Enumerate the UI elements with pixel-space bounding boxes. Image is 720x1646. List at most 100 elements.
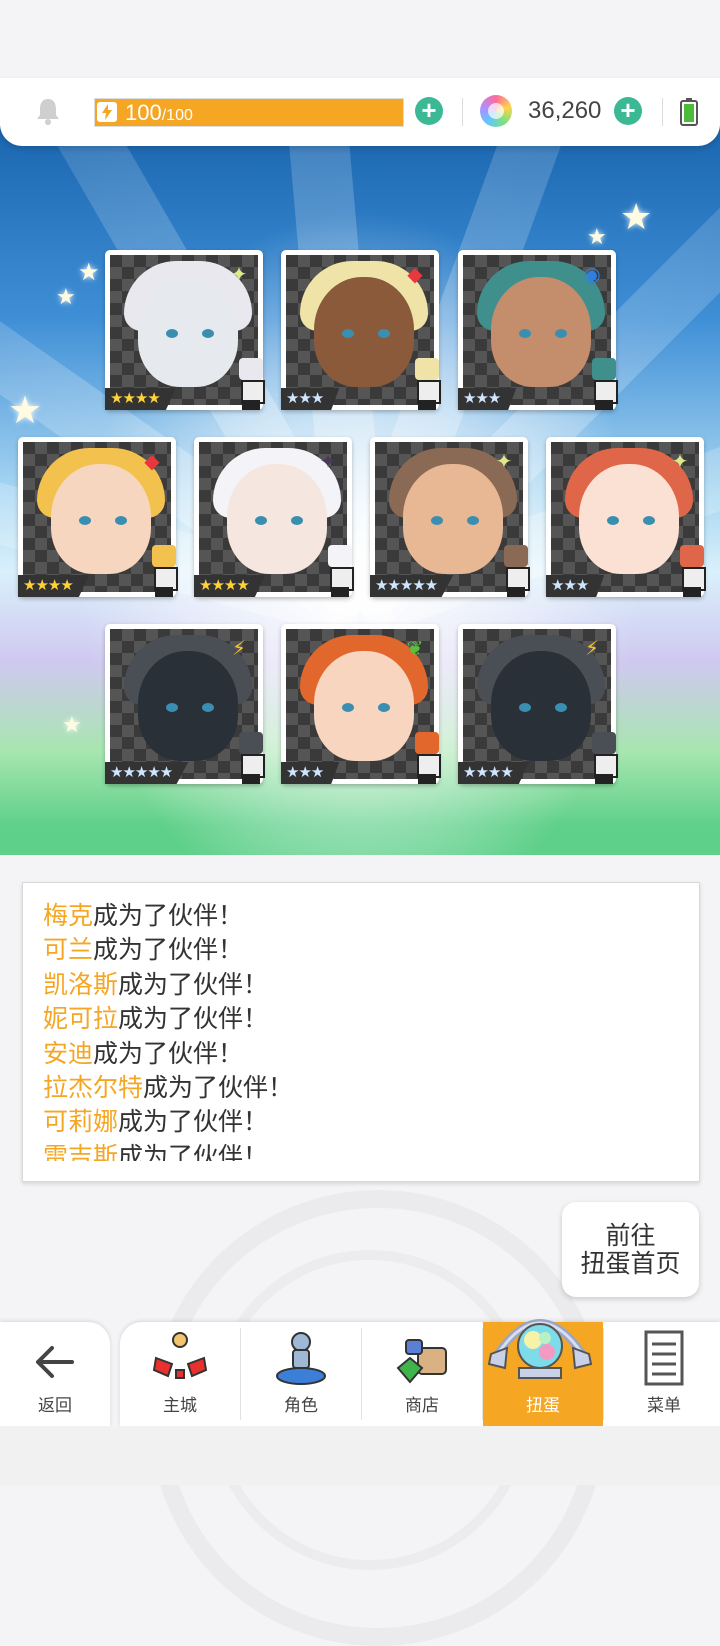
character-card[interactable]: ◆ ★★★ — [281, 250, 441, 410]
sprite-legs — [242, 400, 260, 410]
sprite-legs — [595, 400, 613, 410]
character-card[interactable]: ⚡ ★★★★★ — [105, 624, 265, 784]
portrait-eye — [166, 703, 178, 712]
gacha-icon — [487, 1319, 593, 1379]
star-rating: ★★★★★ — [370, 575, 454, 597]
gem-icon — [480, 95, 512, 127]
sprite-legs — [418, 400, 436, 410]
tab-character[interactable]: 角色 — [241, 1322, 361, 1426]
character-sprite — [496, 545, 536, 597]
character-name: 梅克 — [43, 902, 94, 930]
tab-town[interactable]: 主城 — [120, 1322, 240, 1426]
sprite-legs — [242, 774, 260, 784]
log-line: 凯洛斯成为了伙伴！ — [43, 968, 683, 1002]
top-status-bar: 100/100 + 36,260 + — [0, 78, 720, 146]
sprite-head — [152, 545, 176, 567]
add-energy-icon[interactable]: + — [415, 97, 443, 125]
log-line: 雷吉斯成为了伙伴！ — [43, 1140, 683, 1161]
portrait-eye — [607, 516, 619, 525]
footer-strip — [0, 1426, 720, 1485]
character-name: 可兰 — [43, 936, 94, 965]
tab-menu-label: 菜单 — [647, 1396, 681, 1415]
character-name: 雷吉斯 — [43, 1142, 119, 1161]
portrait-eye — [166, 329, 178, 338]
sprite-legs — [595, 774, 613, 784]
portrait-face — [138, 277, 238, 387]
star-rating: ★★★★ — [458, 762, 529, 784]
bell-icon[interactable] — [34, 96, 62, 126]
portrait-face — [314, 277, 414, 387]
sprite-head — [504, 545, 528, 567]
portrait-face — [138, 651, 238, 761]
sprite-legs — [507, 587, 525, 597]
portrait-eye — [467, 516, 479, 525]
portrait-eye — [79, 516, 91, 525]
add-gem-icon[interactable]: + — [614, 97, 642, 125]
portrait-eye — [519, 329, 531, 338]
character-card[interactable]: ✦ ★★★★★ — [370, 437, 530, 597]
back-button[interactable]: 返回 — [0, 1322, 110, 1426]
character-card[interactable]: ✦ ★★★★ — [105, 250, 265, 410]
sparkle-element-icon: ✦ — [671, 450, 689, 473]
result-log-panel[interactable]: 梅克成为了伙伴！ 可兰成为了伙伴！ 凯洛斯成为了伙伴！ 妮可拉成为了伙伴！ 安迪成为了伙… — [22, 882, 700, 1182]
character-card[interactable]: ❦ ★★★ — [281, 624, 441, 784]
character-card[interactable]: ◆ ★★★★ — [18, 437, 178, 597]
portrait-face — [51, 464, 151, 574]
bottom-navigation: 返回 主城 角色 商店 扭蛋 菜单 — [0, 1322, 720, 1427]
character-sprite — [231, 358, 271, 410]
character-sprite — [407, 732, 447, 784]
log-line: 可莉娜成为了伙伴！ — [43, 1105, 683, 1139]
character-card[interactable]: ✦ ★★★ — [546, 437, 706, 597]
thunder-element-icon: ⚡ — [584, 637, 600, 660]
tab-gacha-label: 扭蛋 — [526, 1396, 560, 1415]
sparkle-star-icon: ★ — [78, 259, 100, 286]
back-label: 返回 — [38, 1396, 72, 1415]
energy-current: 100 — [125, 100, 162, 125]
goto-gacha-home-button[interactable]: 前往 扭蛋首页 — [562, 1202, 699, 1297]
character-name: 安迪 — [43, 1039, 94, 1068]
tab-shop[interactable]: 商店 — [362, 1322, 482, 1426]
bolt-icon — [97, 102, 117, 122]
star-rating: ★★★★ — [18, 575, 89, 597]
result-log-list: 梅克成为了伙伴！ 可兰成为了伙伴！ 凯洛斯成为了伙伴！ 妮可拉成为了伙伴！ 安迪成为了伙… — [43, 899, 683, 1161]
character-name: 凯洛斯 — [43, 970, 119, 999]
portrait-eye — [643, 516, 655, 525]
town-icon — [152, 1332, 208, 1379]
dark-element-icon: ✦ — [319, 450, 337, 473]
portrait-eye — [342, 329, 354, 338]
sparkle-element-icon: ✦ — [230, 263, 248, 286]
divider — [462, 98, 463, 126]
character-card[interactable]: ✦ ★★★★ — [194, 437, 354, 597]
menu-icon — [644, 1330, 684, 1386]
sparkle-star-icon: ★ — [62, 712, 82, 737]
portrait-eye — [555, 329, 567, 338]
tab-menu[interactable]: 菜单 — [604, 1322, 720, 1426]
sparkle-star-icon: ★ — [8, 390, 43, 432]
gacha-result-banner: ★ ★ ★ ★ ★ ★ ✦ ★★★★ ◆ ★★★ ◉ ★★★ ◆ ★★★★ ✦ ★★★★ ✦ ★★★★… — [0, 110, 720, 855]
character-sprite — [320, 545, 360, 597]
log-suffix: 成为了伙伴！ — [93, 1039, 244, 1068]
character-card[interactable]: ⚡ ★★★★ — [458, 624, 618, 784]
back-arrow-icon — [36, 1346, 74, 1378]
character-card[interactable]: ◉ ★★★ — [458, 250, 618, 410]
sparkle-star-icon: ★ — [620, 196, 653, 237]
sprite-legs — [155, 587, 173, 597]
portrait-face — [491, 651, 591, 761]
sprite-head — [415, 732, 439, 754]
character-sprite — [672, 545, 712, 597]
portrait-eye — [255, 516, 267, 525]
wind-element-icon: ❦ — [406, 637, 424, 660]
shop-icon — [396, 1339, 447, 1384]
character-name: 拉杰尔特 — [43, 1074, 144, 1103]
log-suffix: 成为了伙伴！ — [93, 902, 244, 930]
character-name: 妮可拉 — [43, 1005, 119, 1034]
log-line: 安迪成为了伙伴！ — [43, 1037, 683, 1071]
sprite-legs — [683, 587, 701, 597]
tab-shop-label: 商店 — [405, 1396, 439, 1415]
log-suffix: 成为了伙伴！ — [93, 936, 244, 965]
portrait-face — [403, 464, 503, 574]
energy-readout: 100/100 — [125, 100, 193, 128]
goto-button-line1: 前往 — [605, 1221, 656, 1250]
portrait-face — [491, 277, 591, 387]
log-suffix: 成为了伙伴！ — [118, 1142, 269, 1161]
